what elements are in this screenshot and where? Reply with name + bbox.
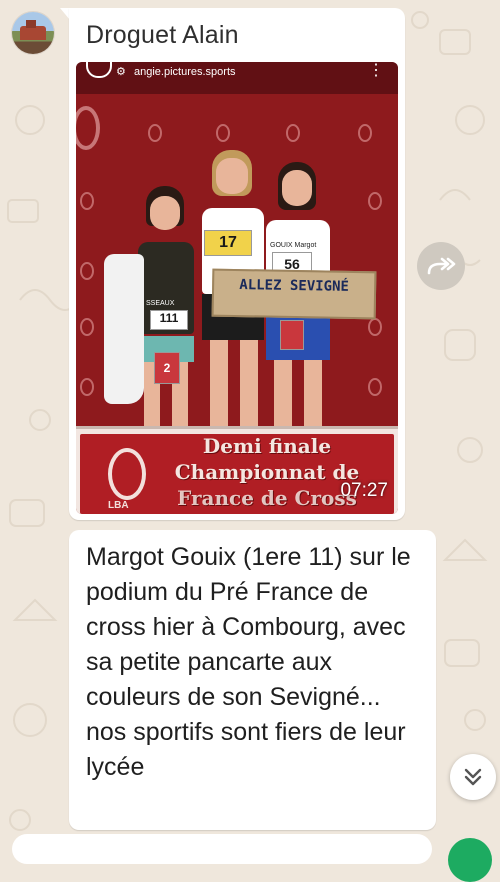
backdrop-logo xyxy=(80,192,94,210)
allez-sevigne-sign: ALLEZ SEVIGNÉ xyxy=(211,268,377,320)
backdrop-logo xyxy=(216,124,230,142)
podium-card-right xyxy=(280,320,304,350)
sender-name[interactable]: Droguet Alain xyxy=(86,21,239,50)
scroll-to-bottom-button[interactable] xyxy=(450,754,496,800)
backdrop-logo xyxy=(80,378,94,396)
instagram-account-name: angie.pictures.sports xyxy=(134,66,236,78)
sign-line2: SEVIGNÉ xyxy=(289,277,350,295)
bib-left: 111 xyxy=(150,310,188,330)
backdrop-logo xyxy=(286,124,300,142)
banner-line-1: Demi finale xyxy=(202,434,332,458)
podium-place-card: 2 xyxy=(154,352,180,384)
backdrop-logo xyxy=(80,262,94,280)
backdrop-logo xyxy=(368,192,382,210)
mic-button[interactable] xyxy=(448,838,492,882)
video-duration: 07:27 xyxy=(340,480,388,501)
instagram-logo-icon xyxy=(86,62,112,78)
instagram-link-icon: ⚙ xyxy=(116,66,126,78)
more-vertical-icon: ⋮ xyxy=(368,62,384,79)
backdrop-logo xyxy=(148,124,162,142)
white-jacket xyxy=(104,254,144,404)
message-image[interactable]: ⚙ angie.pictures.sports ⋮ 111 SSEAUX 2 1… xyxy=(76,62,398,514)
backdrop-logo-large xyxy=(76,106,100,150)
double-chevron-down-icon xyxy=(464,768,482,786)
forward-button[interactable] xyxy=(417,242,465,290)
backdrop-logo xyxy=(368,378,382,396)
bib-left-name: SSEAUX xyxy=(146,300,175,307)
instagram-header: ⚙ angie.pictures.sports ⋮ xyxy=(76,62,398,94)
sender-avatar[interactable] xyxy=(12,12,54,54)
backdrop-logo xyxy=(80,318,94,336)
message-input-bar[interactable] xyxy=(12,834,432,864)
backdrop-logo xyxy=(368,318,382,336)
bib-right-name: GOUIX Margot xyxy=(270,242,317,249)
sign-line1: ALLEZ xyxy=(239,277,282,294)
banner-logo-text: LBA xyxy=(108,500,129,511)
message-text[interactable]: Margot Gouix (1ere 11) sur le podium du … xyxy=(86,540,426,785)
forward-arrows-icon xyxy=(427,257,456,275)
bib-center: 17 xyxy=(204,230,252,256)
backdrop-logo xyxy=(358,124,372,142)
